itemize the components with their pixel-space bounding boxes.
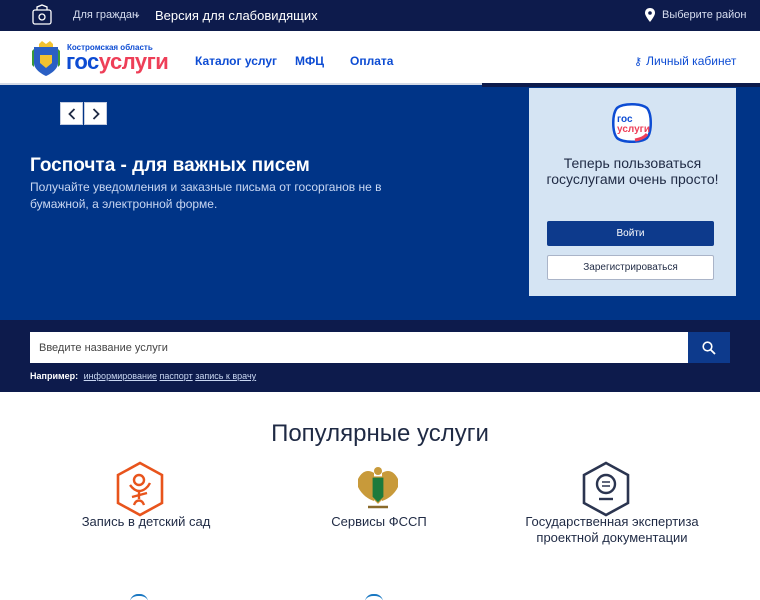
login-card: гос услуги Теперь пользоваться госуслуга…: [529, 88, 736, 296]
next-row-icon-edge: [130, 594, 148, 600]
gosuslugi-badge-icon: гос услуги: [612, 103, 652, 143]
nav-mfc[interactable]: МФЦ: [295, 54, 324, 68]
slider-prev-button[interactable]: [60, 102, 83, 125]
example-link-passport[interactable]: паспорт: [160, 371, 193, 381]
for-citizens-dropdown[interactable]: Для граждан: [73, 9, 138, 21]
example-link-informing[interactable]: информирование: [84, 371, 157, 381]
hero-description: Получайте уведомления и заказные письма …: [30, 180, 382, 211]
key-icon: ⚷: [634, 56, 643, 68]
chevron-right-icon: [92, 107, 100, 120]
gosuslugi-logo[interactable]: госуслуги: [66, 49, 169, 75]
popular-services-title: Популярные услуги: [271, 420, 489, 447]
kindergarten-icon[interactable]: [114, 461, 166, 517]
hero-divider: [482, 83, 760, 87]
location-pin-icon: [645, 8, 655, 22]
kostroma-crest-icon[interactable]: [30, 41, 62, 77]
site-header: Костромская область госуслуги Каталог ус…: [0, 31, 760, 85]
service-expertise-label[interactable]: Государственная экспертиза проектной док…: [502, 514, 722, 546]
chevron-left-icon: [67, 107, 75, 120]
logo-uslugi-text: услуги: [98, 49, 169, 74]
hero-title: Госпочта - для важных писем: [30, 155, 310, 176]
example-link-doctor[interactable]: запись к врачу: [195, 371, 256, 381]
search-icon: [702, 340, 716, 355]
fssp-emblem-icon[interactable]: [352, 461, 404, 517]
search-button[interactable]: [688, 332, 730, 363]
example-label: Например:: [30, 371, 79, 381]
search-examples: Например: информирование паспорт запись …: [30, 371, 256, 381]
login-button[interactable]: Войти: [547, 221, 714, 246]
login-promo-text: Теперь пользоваться госуслугами очень пр…: [546, 155, 719, 187]
slider-next-button[interactable]: [84, 102, 107, 125]
top-bar: Для граждан ⌄ Версия для слабовидящих Вы…: [0, 0, 760, 31]
nav-payment[interactable]: Оплата: [350, 54, 393, 68]
personal-cabinet-link[interactable]: ⚷ Личный кабинет: [634, 54, 736, 68]
logo-gos-text: гос: [66, 49, 99, 74]
personal-cabinet-label: Личный кабинет: [646, 54, 737, 68]
service-fssp-label[interactable]: Сервисы ФССП: [269, 514, 489, 530]
region-select-link[interactable]: Выберите район: [662, 9, 746, 21]
region-emblem-icon[interactable]: [30, 4, 54, 26]
search-input[interactable]: [30, 332, 688, 363]
chevron-down-icon[interactable]: ⌄: [133, 9, 141, 20]
next-row-icon-edge: [365, 594, 383, 600]
expertise-seal-icon[interactable]: [580, 461, 632, 517]
nav-catalog[interactable]: Каталог услуг: [195, 54, 277, 68]
service-kindergarten-label[interactable]: Запись в детский сад: [36, 514, 256, 530]
badge-uslugi-text: услуги: [617, 124, 650, 135]
register-button[interactable]: Зарегистрироваться: [547, 255, 714, 280]
low-vision-link[interactable]: Версия для слабовидящих: [155, 8, 318, 23]
